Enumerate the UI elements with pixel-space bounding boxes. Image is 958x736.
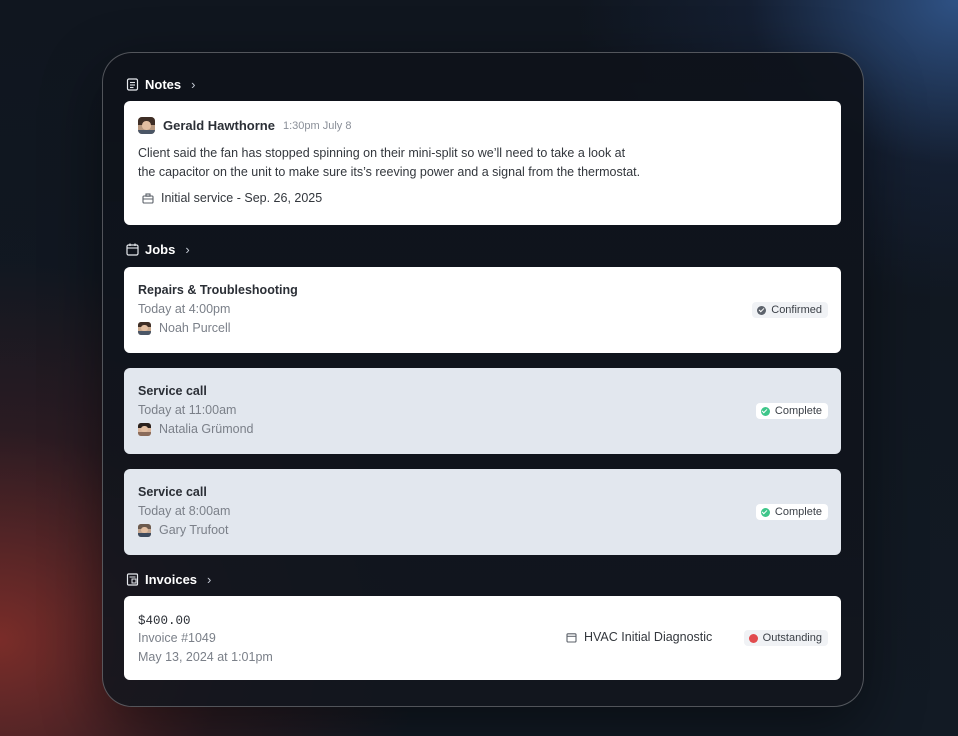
invoice-number: Invoice #1049: [138, 631, 216, 645]
invoices-section-header[interactable]: Invoices ›: [126, 570, 211, 588]
job-title: Repairs & Troubleshooting: [138, 283, 298, 297]
job-title: Service call: [138, 384, 207, 398]
note-author: Gerald Hawthorne 1:30pm July 8: [138, 117, 351, 134]
status-badge: Outstanding: [743, 630, 828, 646]
invoice-card[interactable]: $400.00 Invoice #1049 May 13, 2024 at 1:…: [124, 596, 841, 680]
jobs-section-header[interactable]: Jobs ›: [126, 240, 190, 258]
notes-section-label: Notes: [145, 76, 182, 92]
note-body: Client said the fan has stopped spinning…: [138, 144, 698, 182]
job-time: Today at 11:00am: [138, 403, 237, 417]
avatar: [138, 117, 155, 134]
status-badge: Complete: [755, 403, 828, 419]
status-badge-label: Outstanding: [762, 632, 822, 644]
invoice-amount: $400.00: [138, 614, 191, 628]
chevron-right-icon[interactable]: ›: [191, 77, 195, 92]
calendar-icon: [126, 243, 139, 256]
status-badge: Complete: [755, 504, 828, 520]
job-time: Today at 4:00pm: [138, 302, 231, 316]
invoice-service[interactable]: HVAC Initial Diagnostic: [566, 630, 712, 644]
alert-circle-icon: [748, 633, 758, 643]
chevron-right-icon[interactable]: ›: [185, 242, 189, 257]
job-assignee-name: Gary Trufoot: [159, 523, 229, 537]
job-card[interactable]: Service call Today at 11:00am Natalia Gr…: [124, 368, 841, 454]
check-circle-icon: [760, 507, 770, 517]
check-circle-icon: [760, 406, 770, 416]
toolbox-icon: [142, 192, 154, 204]
note-card[interactable]: Gerald Hawthorne 1:30pm July 8 Client sa…: [124, 101, 841, 225]
check-circle-icon: [757, 305, 767, 315]
invoice-icon: [126, 572, 139, 586]
job-title: Service call: [138, 485, 207, 499]
note-body-line: Client said the fan has stopped spinning…: [138, 146, 626, 160]
status-badge: Confirmed: [752, 302, 828, 318]
status-badge-label: Complete: [774, 405, 822, 417]
job-time: Today at 8:00am: [138, 504, 231, 518]
invoices-section-label: Invoices: [145, 571, 198, 587]
job-card[interactable]: Service call Today at 8:00am Gary Trufoo…: [124, 469, 841, 555]
chevron-right-icon[interactable]: ›: [207, 572, 211, 587]
note-body-line: the capacitor on the unit to make sure i…: [138, 165, 641, 179]
job-assignee: Natalia Grümond: [138, 422, 254, 436]
status-badge-label: Complete: [774, 506, 822, 518]
job-assignee: Noah Purcell: [138, 321, 231, 335]
note-service-tag[interactable]: Initial service - Sep. 26, 2025: [142, 191, 322, 205]
avatar: [138, 523, 151, 537]
invoice-date: May 13, 2024 at 1:01pm: [138, 650, 273, 664]
note-author-name: Gerald Hawthorne: [163, 118, 275, 133]
note-service-tag-label: Initial service - Sep. 26, 2025: [161, 191, 323, 205]
job-card[interactable]: Repairs & Troubleshooting Today at 4:00p…: [124, 267, 841, 353]
note-timestamp: 1:30pm July 8: [282, 119, 352, 132]
invoice-service-label: HVAC Initial Diagnostic: [584, 630, 713, 644]
job-assignee-name: Noah Purcell: [159, 321, 231, 335]
avatar: [138, 321, 151, 335]
status-badge-label: Confirmed: [771, 304, 822, 316]
job-assignee-name: Natalia Grümond: [159, 422, 254, 436]
job-assignee: Gary Trufoot: [138, 523, 228, 537]
avatar: [138, 422, 151, 436]
calendar-icon: [566, 632, 577, 643]
notes-section-header[interactable]: Notes ›: [126, 75, 195, 93]
notes-icon: [126, 77, 139, 91]
jobs-section-label: Jobs: [145, 241, 176, 257]
